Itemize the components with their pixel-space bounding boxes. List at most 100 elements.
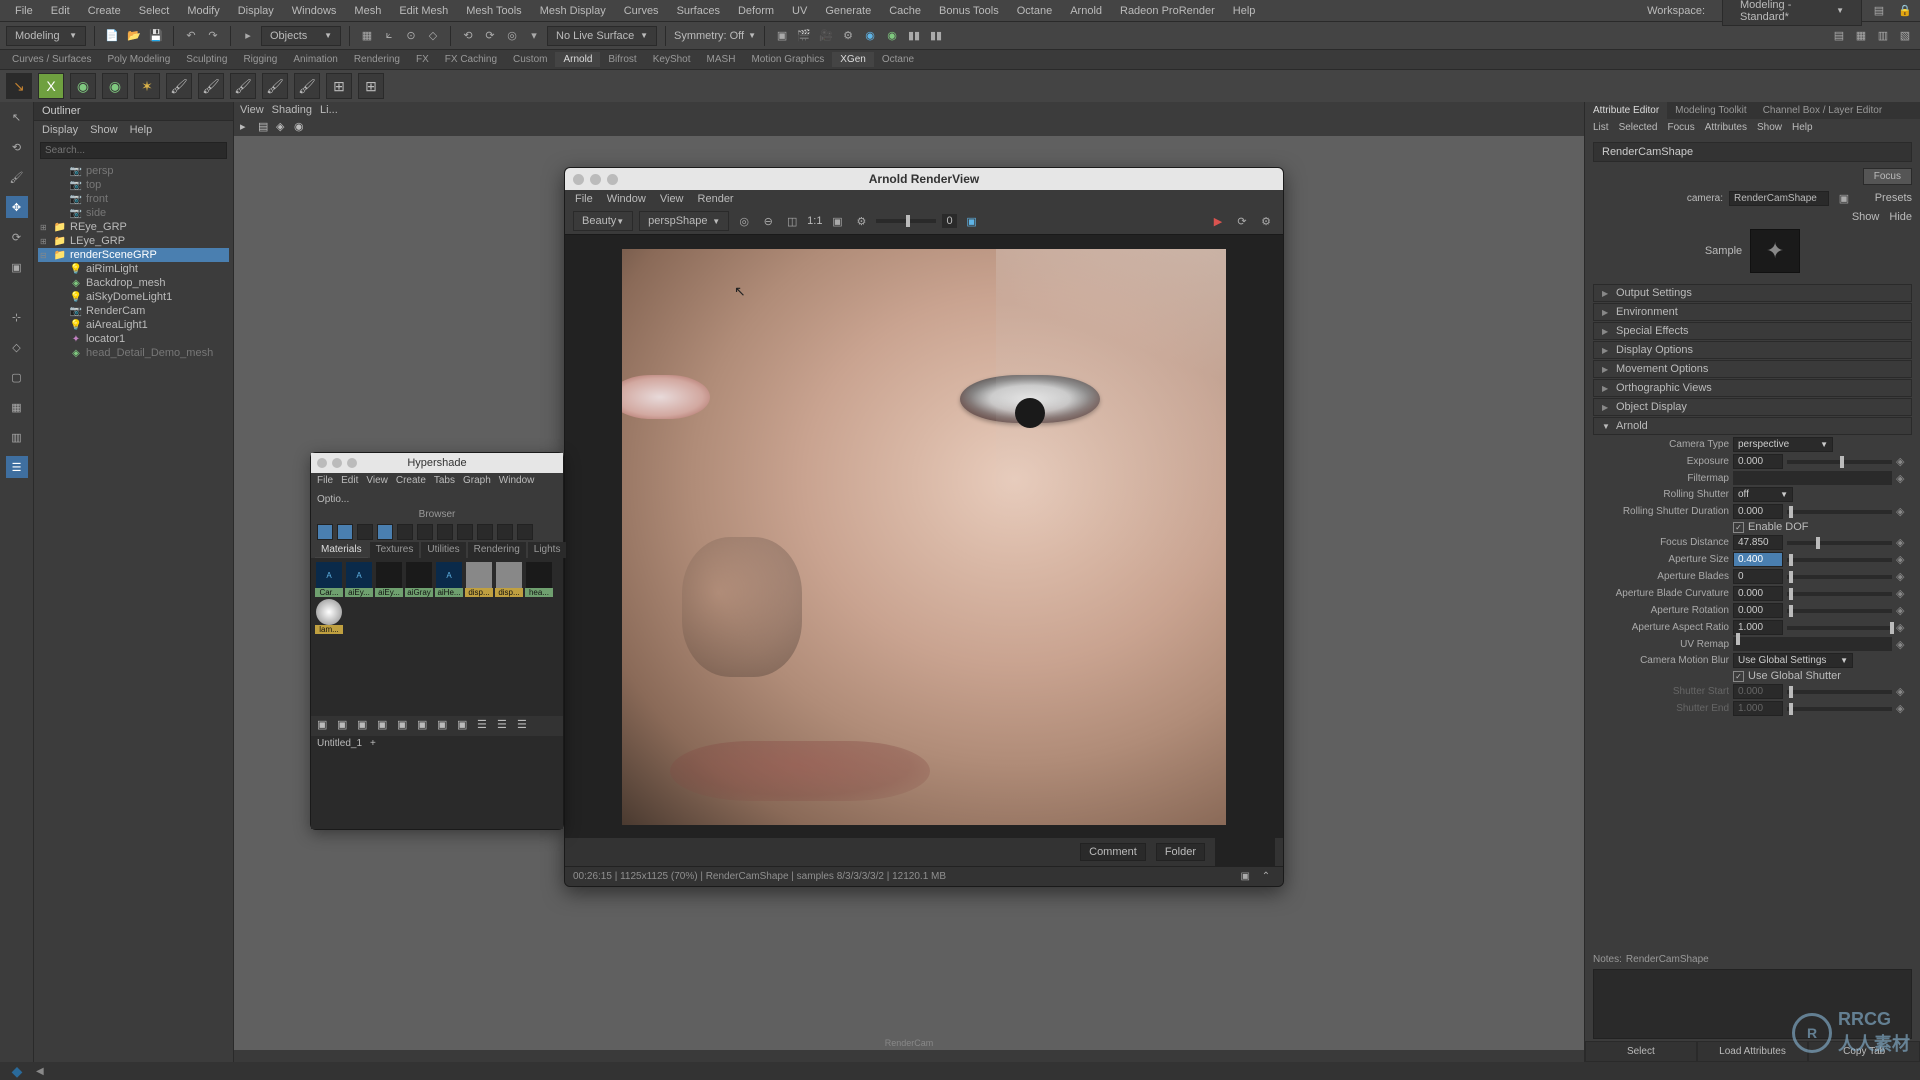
- select-tool-icon[interactable]: ↖: [6, 106, 28, 128]
- stop-render-icon[interactable]: ▶: [1209, 212, 1227, 230]
- exposure-input[interactable]: 0.000: [1733, 454, 1783, 469]
- rotate-tool-icon[interactable]: ⟳: [6, 226, 28, 248]
- snapshot-icon[interactable]: ▣: [1236, 868, 1254, 886]
- hypershade-titlebar[interactable]: Hypershade: [311, 453, 563, 473]
- symmetry-label[interactable]: Symmetry: Off: [674, 30, 744, 42]
- shelf-tab[interactable]: FX Caching: [437, 52, 505, 67]
- shelf-tab[interactable]: XGen: [832, 52, 874, 67]
- ae-node-tab[interactable]: RenderCamShape: [1593, 142, 1912, 162]
- lock-icon[interactable]: ▣: [1835, 189, 1853, 207]
- vp-menu-view[interactable]: View: [240, 104, 264, 116]
- menu-select[interactable]: Select: [130, 5, 179, 17]
- history-icon[interactable]: ⟳: [481, 27, 499, 45]
- ae-section[interactable]: ▶Special Effects: [1593, 322, 1912, 340]
- render-settings-icon[interactable]: ⚙: [839, 27, 857, 45]
- tree-item-rendercam[interactable]: 📷RenderCam: [38, 304, 229, 318]
- vp-icon[interactable]: ◈: [276, 120, 290, 134]
- hs-icon[interactable]: [457, 524, 473, 540]
- material-swatch[interactable]: hea...: [525, 562, 553, 597]
- vp-menu-lighting[interactable]: Li...: [320, 104, 338, 116]
- pin-icon[interactable]: ◈: [1896, 604, 1908, 617]
- menu-edit-mesh[interactable]: Edit Mesh: [390, 5, 457, 17]
- shelf-tool-icon[interactable]: ⊞: [358, 73, 384, 99]
- ae-section[interactable]: ▶Environment: [1593, 303, 1912, 321]
- shelf-tab[interactable]: Rigging: [235, 52, 285, 67]
- comment-button[interactable]: Comment: [1080, 843, 1146, 861]
- material-swatch[interactable]: AaiHe...: [435, 562, 463, 597]
- tab-modeling-toolkit[interactable]: Modeling Toolkit: [1667, 102, 1755, 119]
- shelf-tool-icon[interactable]: 🖌: [230, 73, 256, 99]
- ae-section[interactable]: ▶Object Display: [1593, 398, 1912, 416]
- zoom-icon[interactable]: [607, 174, 618, 185]
- expand-icon[interactable]: ⌃: [1257, 868, 1275, 886]
- light-editor-icon[interactable]: ◉: [883, 27, 901, 45]
- menu-mesh-display[interactable]: Mesh Display: [531, 5, 615, 17]
- shelf-tab[interactable]: KeyShot: [645, 52, 699, 67]
- hs-tab-rendering[interactable]: Rendering: [468, 542, 526, 558]
- menu-deform[interactable]: Deform: [729, 5, 783, 17]
- shelf-tab[interactable]: Octane: [874, 52, 922, 67]
- log-icon[interactable]: ▣: [963, 212, 981, 230]
- lasso-tool-icon[interactable]: ⟲: [6, 136, 28, 158]
- hs-bottom-icon[interactable]: ☰: [497, 718, 513, 734]
- crop-icon[interactable]: ◫: [783, 212, 801, 230]
- hs-menu-view[interactable]: View: [366, 475, 388, 486]
- new-scene-icon[interactable]: 📄: [103, 27, 121, 45]
- pin-icon[interactable]: ◈: [1896, 536, 1908, 549]
- open-scene-icon[interactable]: 📂: [125, 27, 143, 45]
- focus-button[interactable]: Focus: [1863, 168, 1912, 185]
- refresh-render-icon[interactable]: ⟳: [1233, 212, 1251, 230]
- aperture-aspect-slider[interactable]: [1787, 626, 1892, 630]
- material-swatch[interactable]: ACar...: [315, 562, 343, 597]
- panel-layout3-icon[interactable]: ▥: [1874, 27, 1892, 45]
- menu-surfaces[interactable]: Surfaces: [668, 5, 729, 17]
- hs-bottom-icon[interactable]: ▣: [357, 718, 373, 734]
- shelf-tab[interactable]: Curves / Surfaces: [4, 52, 99, 67]
- tree-item-reye-grp[interactable]: ⊞📁REye_GRP: [38, 220, 229, 234]
- vp-menu-shading[interactable]: Shading: [272, 104, 312, 116]
- ae-menu-focus[interactable]: Focus: [1667, 122, 1694, 133]
- select-mask-icon[interactable]: ▸: [239, 27, 257, 45]
- isolate-icon[interactable]: ◎: [735, 212, 753, 230]
- ae-section[interactable]: ▶Output Settings: [1593, 284, 1912, 302]
- toggle-pause2-icon[interactable]: ▮▮: [927, 27, 945, 45]
- outliner-menu-display[interactable]: Display: [42, 124, 78, 136]
- outliner-menu-help[interactable]: Help: [130, 124, 153, 136]
- shelf-arrow-icon[interactable]: ↘: [6, 73, 32, 99]
- workspace-dropdown[interactable]: Modeling - Standard*▼: [1722, 0, 1862, 26]
- shelf-sphere-icon[interactable]: ◉: [70, 73, 96, 99]
- uv-remap-slot[interactable]: [1733, 637, 1892, 651]
- presets-button[interactable]: Presets: [1875, 192, 1912, 204]
- menu-radeon[interactable]: Radeon ProRender: [1111, 5, 1224, 17]
- layout-two-icon[interactable]: ▥: [6, 426, 28, 448]
- menu-help[interactable]: Help: [1224, 5, 1265, 17]
- menu-bonus-tools[interactable]: Bonus Tools: [930, 5, 1008, 17]
- shelf-tab[interactable]: MASH: [699, 52, 744, 67]
- hs-icon[interactable]: [477, 524, 493, 540]
- minimize-icon[interactable]: [590, 174, 601, 185]
- rv-menu-file[interactable]: File: [575, 193, 593, 205]
- hs-menu-edit[interactable]: Edit: [341, 475, 358, 486]
- menu-mesh-tools[interactable]: Mesh Tools: [457, 5, 530, 17]
- menu-curves[interactable]: Curves: [615, 5, 668, 17]
- tab-channel-box[interactable]: Channel Box / Layer Editor: [1755, 102, 1891, 119]
- exposure-value[interactable]: 0: [942, 214, 956, 228]
- hs-bottom-icon[interactable]: ☰: [477, 718, 493, 734]
- camera-dropdown[interactable]: perspShape▼: [639, 211, 729, 231]
- shelf-xgen-icon[interactable]: X: [38, 73, 64, 99]
- snap-curve-icon[interactable]: ⟀: [380, 27, 398, 45]
- shelf-tab[interactable]: Custom: [505, 52, 555, 67]
- renderview-image[interactable]: ↖: [565, 235, 1283, 838]
- ae-section[interactable]: ▶Movement Options: [1593, 360, 1912, 378]
- aov-dropdown[interactable]: Beauty▼: [573, 211, 633, 231]
- hs-menu-create[interactable]: Create: [396, 475, 426, 486]
- sidebar-toggle-icon[interactable]: ▤: [1870, 2, 1888, 20]
- menu-create[interactable]: Create: [79, 5, 130, 17]
- hs-add-tab[interactable]: +: [370, 738, 376, 749]
- menu-octane[interactable]: Octane: [1008, 5, 1061, 17]
- region-icon[interactable]: ⊖: [759, 212, 777, 230]
- snap-point-icon[interactable]: ⊙: [402, 27, 420, 45]
- enable-dof-checkbox[interactable]: ✓: [1733, 522, 1744, 533]
- shelf-tool-icon[interactable]: 🖌: [262, 73, 288, 99]
- hs-menu-options[interactable]: Optio...: [317, 494, 349, 505]
